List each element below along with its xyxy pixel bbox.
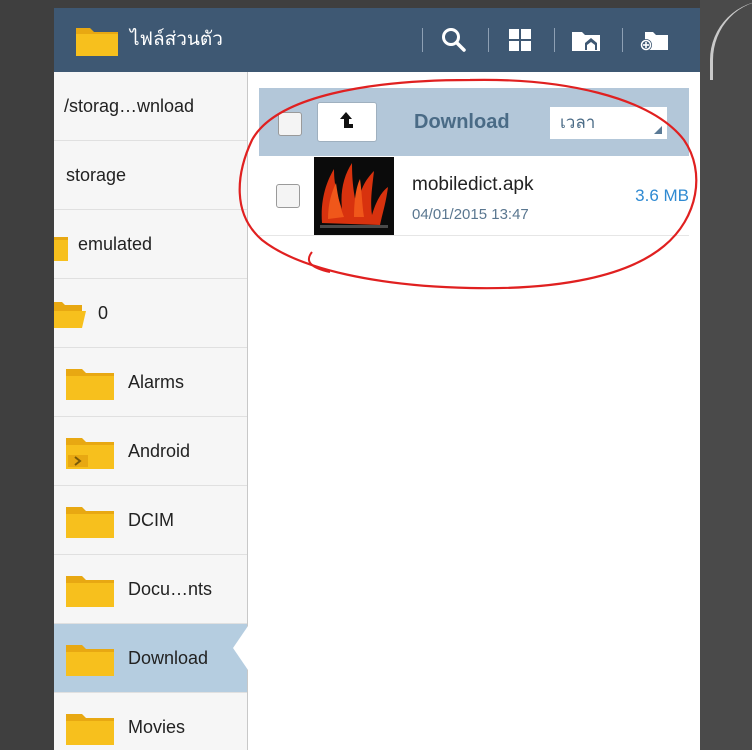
nav-item-label: Movies bbox=[128, 717, 186, 737]
apk-thumbnail-icon bbox=[314, 157, 394, 235]
file-list-pane: Download เวลา mobiledict.apk 04/01/2015 … bbox=[248, 72, 700, 750]
nav-item-label: 0 bbox=[98, 303, 109, 323]
grid-view-icon[interactable] bbox=[500, 20, 540, 60]
folder-icon bbox=[66, 504, 114, 543]
folder-arrow-icon bbox=[66, 435, 114, 474]
nav-item-0[interactable]: 0 bbox=[54, 279, 247, 348]
nav-item-label: storage bbox=[66, 165, 127, 185]
folder-icon bbox=[54, 231, 68, 266]
nav-item-movies[interactable]: Movies bbox=[54, 693, 247, 750]
nav-item-label: Docu…nts bbox=[128, 579, 213, 599]
file-name: mobiledict.apk bbox=[412, 174, 534, 195]
new-folder-icon[interactable] bbox=[634, 20, 674, 60]
nav-item-label: Alarms bbox=[128, 372, 185, 392]
nav-item-label: DCIM bbox=[128, 510, 174, 530]
toolbar-separator bbox=[622, 28, 623, 52]
up-button[interactable] bbox=[317, 102, 377, 142]
folder-icon bbox=[66, 711, 114, 750]
file-date: 04/01/2015 13:47 bbox=[412, 206, 529, 223]
toolbar-separator bbox=[554, 28, 555, 52]
nav-item-dcim[interactable]: DCIM bbox=[54, 486, 247, 555]
device-bezel-top bbox=[0, 0, 752, 8]
file-row[interactable]: mobiledict.apk 04/01/2015 13:47 3.6 MB bbox=[259, 156, 689, 236]
current-folder-name: Download bbox=[414, 111, 510, 133]
search-icon[interactable] bbox=[434, 20, 474, 60]
sort-value: เวลา bbox=[560, 113, 596, 132]
device-bezel-right bbox=[700, 0, 752, 750]
file-checkbox[interactable] bbox=[276, 184, 300, 208]
file-size: 3.6 MB bbox=[635, 186, 689, 205]
nav-item-documents[interactable]: Docu…nts bbox=[54, 555, 247, 624]
nav-item-label: Download bbox=[128, 648, 209, 668]
nav-item-emulated[interactable]: emulated bbox=[54, 210, 247, 279]
select-all-checkbox[interactable] bbox=[278, 112, 302, 136]
toolbar-separator bbox=[422, 28, 423, 52]
folder-open-icon bbox=[54, 299, 86, 334]
nav-item-label: Android bbox=[128, 441, 191, 461]
folder-tree-panel: /storag…wnload storage emulated 0 Alarms… bbox=[54, 72, 248, 750]
nav-item-android[interactable]: Android bbox=[54, 417, 247, 486]
dropdown-indicator-icon bbox=[654, 126, 662, 134]
toolbar-separator bbox=[488, 28, 489, 52]
nav-item-label: /storag…wnload bbox=[64, 96, 195, 116]
selection-pointer bbox=[233, 626, 248, 670]
folder-icon bbox=[66, 573, 114, 612]
device-bezel-left bbox=[0, 0, 54, 750]
app-title: ไฟล์ส่วนตัว bbox=[130, 29, 223, 50]
nav-item-label: emulated bbox=[78, 234, 153, 254]
home-folder-icon[interactable] bbox=[566, 20, 606, 60]
nav-item-download[interactable]: Download bbox=[54, 624, 247, 693]
folder-app-icon bbox=[74, 22, 120, 58]
folder-icon bbox=[66, 642, 114, 681]
nav-item-storage[interactable]: storage bbox=[54, 141, 247, 210]
nav-item-alarms[interactable]: Alarms bbox=[54, 348, 247, 417]
up-arrow-icon bbox=[336, 109, 358, 136]
nav-item-path[interactable]: /storag…wnload bbox=[54, 72, 247, 141]
sort-dropdown[interactable]: เวลา bbox=[550, 107, 667, 139]
folder-icon bbox=[66, 366, 114, 405]
action-bar: ไฟล์ส่วนตัว bbox=[54, 8, 700, 72]
path-bar: Download เวลา bbox=[259, 88, 689, 156]
